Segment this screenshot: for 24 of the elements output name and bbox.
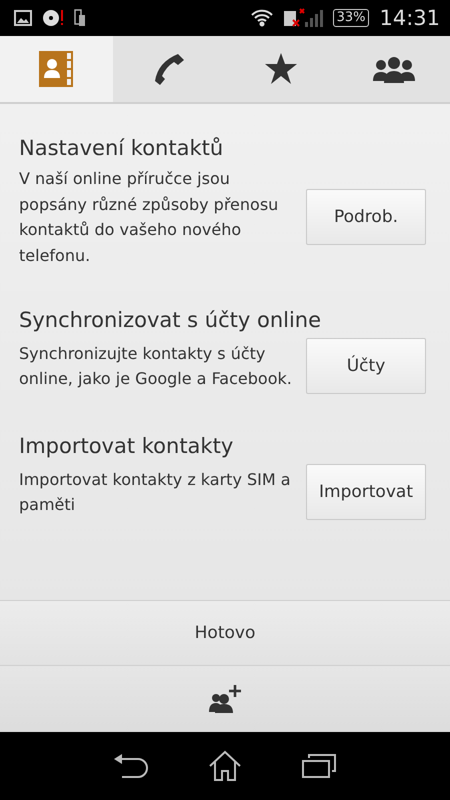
wifi-icon bbox=[250, 8, 273, 28]
section-description: Importovat kontakty z karty SIM a paměti bbox=[19, 468, 292, 516]
star-icon bbox=[264, 53, 298, 85]
phone-transfer-icon bbox=[74, 9, 86, 27]
back-button[interactable] bbox=[114, 753, 148, 779]
clock: 14:31 bbox=[379, 6, 440, 30]
recent-apps-button[interactable] bbox=[302, 754, 336, 778]
section-title: Importovat kontakty bbox=[19, 434, 234, 458]
section-description: Synchronizujte kontakty s účty online, jako je Google a Facebook. bbox=[19, 342, 293, 390]
section-title: Synchronizovat s účty online bbox=[19, 308, 322, 332]
people-group-icon bbox=[372, 55, 415, 83]
battery-indicator: 33% bbox=[332, 9, 370, 27]
section-description: V naší online příručce jsou popsány různé způsoby přenosu kontaktů do vašeho nového telefonu. bbox=[19, 168, 280, 266]
disc-warning-icon bbox=[42, 8, 64, 28]
add-contact-button[interactable] bbox=[207, 684, 243, 714]
done-button[interactable]: Hotovo bbox=[0, 600, 450, 666]
action-button[interactable]: Importovat bbox=[306, 464, 426, 520]
action-button[interactable]: Účty bbox=[306, 338, 426, 394]
address-book-icon bbox=[39, 51, 74, 87]
no-sim-signal-icon bbox=[282, 8, 323, 28]
section-title: Nastavení kontaktů bbox=[19, 136, 224, 160]
action-button[interactable]: Podrob. bbox=[306, 189, 426, 245]
picture-notification-icon bbox=[14, 10, 32, 26]
home-button[interactable] bbox=[208, 750, 242, 782]
